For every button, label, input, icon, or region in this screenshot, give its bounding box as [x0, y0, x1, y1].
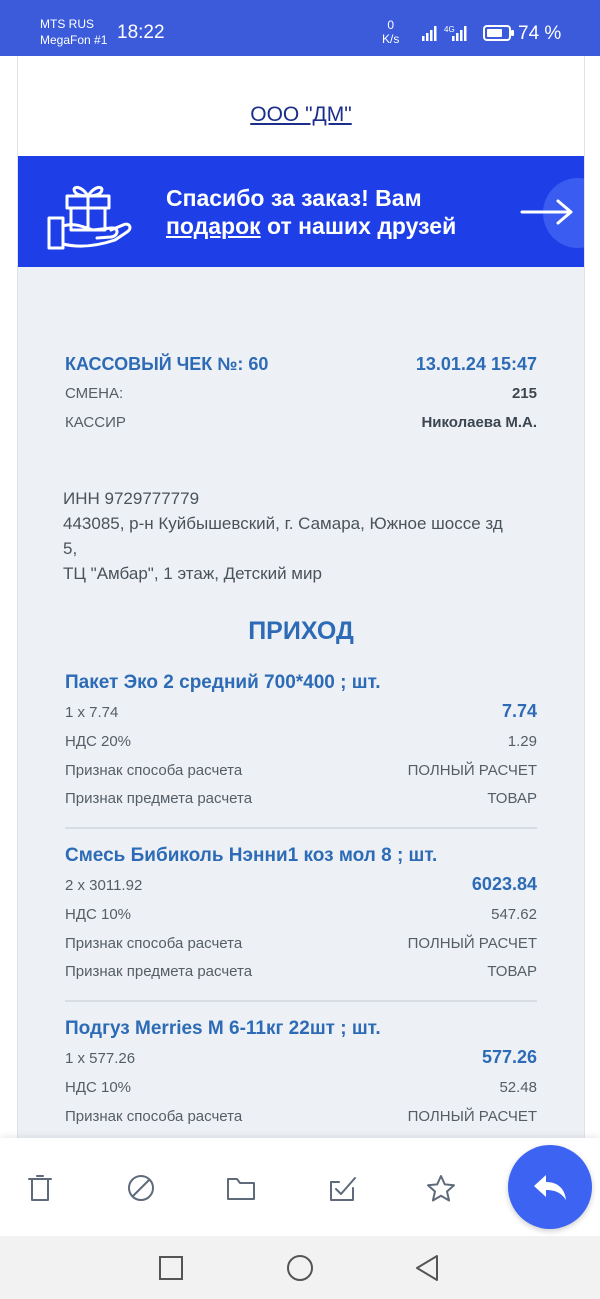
gift-icon — [47, 186, 132, 250]
item-total: 577.26 — [481, 1047, 537, 1067]
seller-info: ИНН 9729777779 443085, р-н Куйбышевский,… — [63, 486, 543, 586]
item-method-value: ПОЛНЫЙ РАСЧЕТ — [407, 762, 537, 779]
item-name: Смесь Бибиколь Нэнни1 коз мол 8 ; шт. — [65, 845, 438, 866]
receipt-title: КАССОВЫЙ ЧЕК №: 60 — [65, 354, 269, 374]
banner-line-2: подарок от наших друзей — [166, 212, 456, 240]
move-to-folder-button[interactable] — [223, 1170, 259, 1206]
mark-done-button[interactable] — [324, 1170, 360, 1206]
home-icon — [287, 1255, 313, 1281]
signal-icon: 4G — [422, 25, 467, 41]
address-line-1: 443085, р-н Куйбышевский, г. Самара, Южн… — [63, 514, 503, 533]
speed-unit: K/s — [382, 32, 400, 46]
section-title: ПРИХОД — [248, 617, 354, 645]
item-qty-price: 1 x 7.74 — [65, 704, 119, 721]
email-body[interactable]: ООО "ДМ" Спасибо за заказ! Вам подарок о… — [0, 56, 600, 1138]
reply-icon — [534, 1175, 566, 1200]
status-bar: MTS RUS MegaFon #1 18:22 0 K/s 4G 74 % — [0, 0, 600, 56]
shift-label: СМЕНА: — [65, 385, 124, 402]
divider — [65, 827, 537, 829]
banner-line-2-rest: от наших друзей — [260, 213, 457, 239]
address-line-2: 5, — [63, 539, 78, 558]
item-subject-label: Признак предмета расчета — [65, 963, 253, 980]
network-speed: 0 K/s — [382, 18, 399, 46]
item-name: Пакет Эко 2 средний 700*400 ; шт. — [65, 672, 381, 693]
back-icon — [416, 1255, 438, 1281]
carrier-info: MTS RUS MegaFon #1 — [40, 16, 107, 48]
item-vat-value: 1.29 — [507, 733, 537, 750]
item-vat-label: НДС 10% — [65, 1079, 132, 1096]
home-button[interactable] — [284, 1252, 316, 1284]
carrier-1: MTS RUS — [40, 17, 94, 31]
folder-icon — [227, 1178, 255, 1200]
item-total: 7.74 — [501, 701, 537, 721]
receipt-datetime: 13.01.24 15:47 — [415, 354, 537, 374]
clock: 18:22 — [117, 22, 165, 43]
item-subject-value: ТОВАР — [487, 963, 537, 980]
item-subject-label: Признак предмета расчета — [65, 790, 253, 807]
delete-button[interactable] — [22, 1170, 58, 1206]
cashier-value: Николаева М.А. — [421, 414, 537, 431]
org-link[interactable]: ООО "ДМ" — [18, 103, 584, 127]
address-line-3: ТЦ "Амбар", 1 этаж, Детский мир — [63, 564, 322, 583]
item-method-label: Признак способа расчета — [65, 935, 243, 952]
arrow-right-icon[interactable] — [520, 197, 576, 227]
item-total: 6023.84 — [471, 874, 537, 894]
battery-percent: 74 % — [518, 23, 562, 44]
item-qty-price: 1 x 577.26 — [65, 1050, 136, 1067]
item-method-value: ПОЛНЫЙ РАСЧЕТ — [407, 935, 537, 952]
back-button[interactable] — [411, 1252, 443, 1284]
item-method-label: Признак способа расчета — [65, 762, 243, 779]
receipt-card: ООО "ДМ" Спасибо за заказ! Вам подарок о… — [17, 56, 585, 1138]
carrier-2: MegaFon #1 — [40, 33, 108, 47]
banner-text: Спасибо за заказ! Вам подарок от наших д… — [166, 184, 456, 240]
recent-apps-icon — [159, 1256, 183, 1280]
banner-line-1: Спасибо за заказ! Вам — [166, 185, 422, 211]
item-name: Подгуз Merries M 6-11кг 22шт ; шт. — [65, 1018, 381, 1039]
mark-done-icon — [330, 1177, 356, 1201]
item-vat-label: НДС 20% — [65, 733, 132, 750]
item-vat-label: НДС 10% — [65, 906, 132, 923]
promo-banner[interactable]: Спасибо за заказ! Вам подарок от наших д… — [18, 156, 584, 267]
reply-button[interactable] — [508, 1145, 592, 1229]
divider — [65, 1000, 537, 1002]
recent-apps-button[interactable] — [155, 1252, 187, 1284]
receipt: КАССОВЫЙ ЧЕК №: 60 13.01.24 15:47 СМЕНА:… — [18, 267, 584, 1138]
system-nav-bar — [0, 1236, 600, 1299]
svg-text:4G: 4G — [444, 25, 455, 34]
banner-highlight-link[interactable]: подарок — [166, 213, 261, 239]
item-vat-value: 547.62 — [491, 906, 537, 923]
star-button[interactable] — [423, 1170, 459, 1206]
item-method-label: Признак способа расчета — [65, 1108, 243, 1125]
item-method-value: ПОЛНЫЙ РАСЧЕТ — [407, 1108, 537, 1125]
block-button[interactable] — [123, 1170, 159, 1206]
item-subject-value: ТОВАР — [487, 790, 537, 807]
star-icon — [427, 1175, 455, 1202]
inn-text: ИНН 9729777779 — [63, 489, 200, 508]
trash-icon — [28, 1175, 52, 1201]
item-qty-price: 2 x 3011.92 — [65, 877, 143, 894]
item-vat-value: 52.48 — [499, 1079, 537, 1096]
speed-value: 0 — [387, 18, 395, 32]
block-icon — [128, 1175, 154, 1201]
shift-value: 215 — [511, 385, 537, 402]
battery-icon — [483, 25, 514, 41]
cashier-label: КАССИР — [65, 414, 126, 431]
